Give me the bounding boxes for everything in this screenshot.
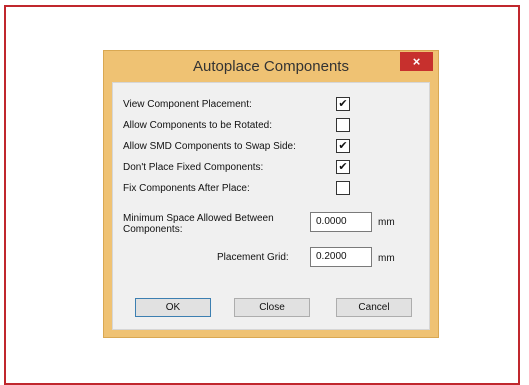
option-row-view-placement: View Component Placement: ✔ — [123, 97, 423, 115]
option-row-fix-after: Fix Components After Place: — [123, 181, 423, 199]
option-label: Allow Components to be Rotated: — [123, 120, 272, 131]
dialog-titlebar[interactable]: Autoplace Components × — [104, 51, 438, 82]
close-icon[interactable]: × — [400, 52, 433, 71]
cancel-button[interactable]: Cancel — [336, 298, 412, 317]
grid-input[interactable]: 0.2000 — [310, 247, 372, 267]
min-space-label: Minimum Space Allowed Between Components… — [123, 213, 274, 235]
option-label: Fix Components After Place: — [123, 183, 250, 194]
min-space-input[interactable]: 0.0000 — [310, 212, 372, 232]
autoplace-dialog: Autoplace Components × View Component Pl… — [103, 50, 439, 338]
dialog-title: Autoplace Components — [193, 58, 349, 75]
option-label: View Component Placement: — [123, 99, 252, 110]
skip-fixed-checkbox[interactable]: ✔ — [336, 160, 350, 174]
close-button[interactable]: Close — [234, 298, 310, 317]
grid-label: Placement Grid: — [217, 252, 289, 263]
option-row-allow-rotate: Allow Components to be Rotated: — [123, 118, 423, 136]
smd-swap-checkbox[interactable]: ✔ — [336, 139, 350, 153]
option-label: Don't Place Fixed Components: — [123, 162, 264, 173]
ok-button[interactable]: OK — [135, 298, 211, 317]
fix-after-checkbox[interactable] — [336, 181, 350, 195]
min-space-unit: mm — [378, 217, 395, 228]
option-row-skip-fixed: Don't Place Fixed Components: ✔ — [123, 160, 423, 178]
option-row-smd-swap: Allow SMD Components to Swap Side: ✔ — [123, 139, 423, 157]
view-placement-checkbox[interactable]: ✔ — [336, 97, 350, 111]
dialog-body: View Component Placement: ✔ Allow Compon… — [112, 82, 430, 330]
grid-unit: mm — [378, 253, 395, 264]
allow-rotate-checkbox[interactable] — [336, 118, 350, 132]
option-label: Allow SMD Components to Swap Side: — [123, 141, 296, 152]
